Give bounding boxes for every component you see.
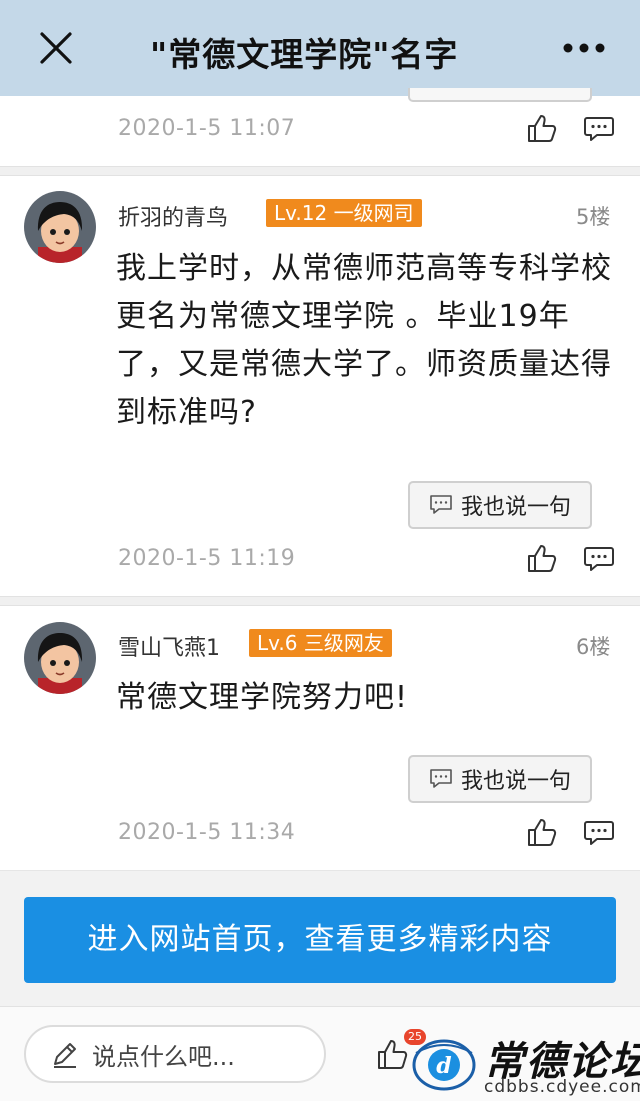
comment-icon[interactable] — [583, 542, 615, 574]
comment-input[interactable]: 说点什么吧... — [24, 1025, 326, 1083]
comment-icon — [430, 769, 452, 788]
username[interactable]: 雪山飞燕1 — [118, 630, 220, 662]
level-badge: Lv.12 一级网司 — [266, 199, 422, 227]
svg-text:d: d — [436, 1053, 451, 1079]
reply-button-label: 我也说一句 — [460, 495, 571, 520]
bottom-bar: 说点什么吧... 25 d 常德论坛 cdbbs.cdyee.com — [0, 1006, 640, 1101]
comment-icon — [430, 495, 452, 514]
post-divider — [0, 166, 640, 176]
reply-button[interactable]: 我也说一句 — [408, 755, 592, 803]
post-content: 常德文理学院努力吧! — [116, 680, 409, 715]
post-content: 我上学时，从常德师范高等专科学校更名为常德文理学院 。毕业19年了，又是常德大学… — [116, 251, 612, 430]
like-icon[interactable] — [526, 542, 558, 574]
post-time: 2020-1-5 11:19 — [118, 546, 296, 571]
avatar[interactable] — [24, 191, 96, 263]
top-bar: "常德文理学院"名字 — [0, 0, 640, 96]
site-watermark: d 常德论坛 cdbbs.cdyee.com — [408, 1025, 640, 1101]
previous-reply-button[interactable] — [408, 88, 592, 102]
watermark-url: cdbbs.cdyee.com — [484, 1077, 640, 1097]
site-logo-icon: d — [412, 1039, 476, 1091]
reply-button-label: 我也说一句 — [460, 769, 571, 794]
avatar[interactable] — [24, 622, 96, 694]
close-icon[interactable] — [38, 30, 74, 66]
level-badge: Lv.6 三级网友 — [249, 629, 392, 657]
floor-number: 5楼 — [576, 205, 611, 229]
home-area: 进入网站首页，查看更多精彩内容 — [0, 870, 640, 1006]
comment-input-placeholder: 说点什么吧... — [92, 1042, 235, 1071]
reply-button[interactable]: 我也说一句 — [408, 481, 592, 529]
go-home-button[interactable]: 进入网站首页，查看更多精彩内容 — [24, 897, 616, 983]
more-icon[interactable] — [562, 40, 606, 56]
like-icon[interactable] — [526, 112, 558, 144]
page-title: "常德文理学院"名字 — [150, 35, 459, 72]
floor-number: 6楼 — [576, 635, 611, 659]
username[interactable]: 折羽的青鸟 — [118, 200, 228, 232]
post-time: 2020-1-5 11:07 — [118, 116, 296, 141]
comment-icon[interactable] — [583, 816, 615, 848]
comment-icon[interactable] — [583, 112, 615, 144]
post-divider — [0, 596, 640, 606]
like-icon[interactable] — [526, 816, 558, 848]
pencil-icon — [54, 1043, 76, 1068]
post-time: 2020-1-5 11:34 — [118, 820, 296, 845]
